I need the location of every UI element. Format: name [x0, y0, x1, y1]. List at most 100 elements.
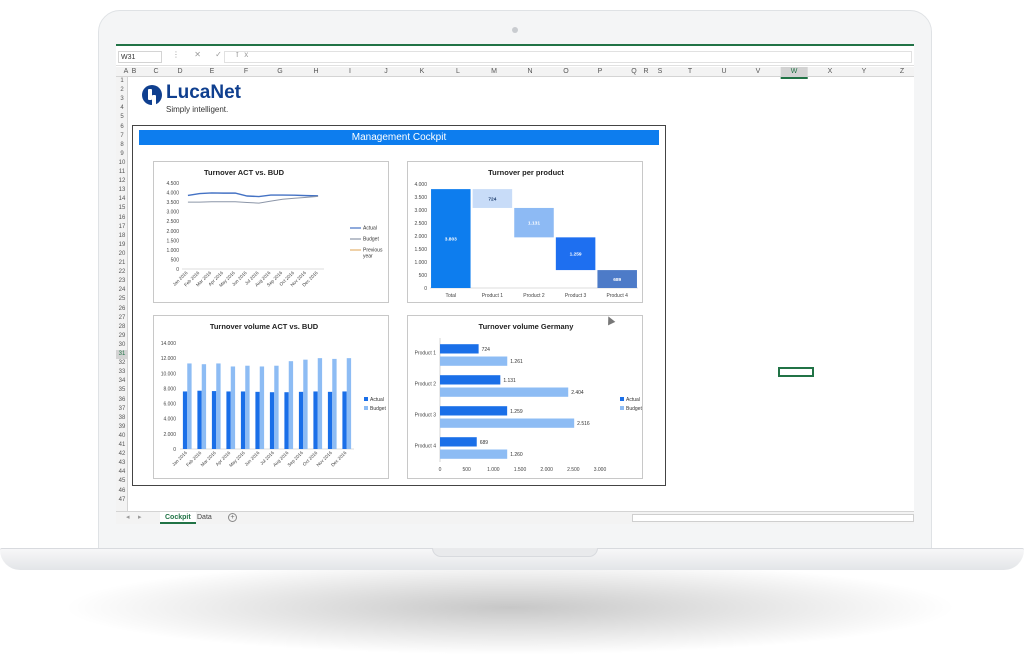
row-header[interactable]: 12 — [116, 177, 128, 186]
row-header[interactable]: 21 — [116, 259, 128, 268]
row-header[interactable]: 35 — [116, 386, 128, 395]
column-header[interactable]: E — [210, 67, 215, 77]
row-header[interactable]: 26 — [116, 305, 128, 314]
y-tick-label: 14.000 — [161, 341, 177, 347]
row-header[interactable]: 16 — [116, 214, 128, 223]
row-header[interactable]: 33 — [116, 368, 128, 377]
row-header[interactable]: 44 — [116, 468, 128, 477]
x-tick-label: 2.000 — [540, 467, 553, 473]
column-header[interactable]: D — [177, 67, 182, 77]
row-header[interactable]: 8 — [116, 141, 128, 150]
row-header[interactable]: 40 — [116, 432, 128, 441]
row-header[interactable]: 22 — [116, 268, 128, 277]
row-header[interactable]: 29 — [116, 332, 128, 341]
legend-label: Actual — [370, 397, 384, 403]
column-budget — [230, 366, 236, 449]
column-header[interactable]: C — [153, 67, 158, 77]
chart-turnover-volume-act-vs-bud[interactable]: Turnover volume ACT vs. BUD 14.000 12.000 1… — [153, 315, 389, 479]
column-header[interactable]: H — [313, 67, 318, 77]
row-header[interactable]: 42 — [116, 450, 128, 459]
row-header[interactable]: 30 — [116, 341, 128, 350]
column-header[interactable]: I — [349, 67, 351, 77]
row-header[interactable]: 23 — [116, 277, 128, 286]
row-header[interactable]: 27 — [116, 314, 128, 323]
row-header[interactable]: 45 — [116, 477, 128, 486]
row-header[interactable]: 24 — [116, 286, 128, 295]
row-header[interactable]: 17 — [116, 223, 128, 232]
column-header[interactable]: R — [643, 67, 648, 77]
row-header[interactable]: 36 — [116, 396, 128, 405]
column-header[interactable]: W — [780, 67, 808, 79]
column-header[interactable]: X — [828, 67, 833, 77]
tab-cockpit[interactable]: Cockpit — [160, 512, 196, 524]
column-header[interactable]: S — [658, 67, 663, 77]
row-header[interactable]: 5 — [116, 113, 128, 122]
legend-swatch — [364, 406, 368, 410]
column-header[interactable]: Y — [862, 67, 867, 77]
row-header[interactable]: 28 — [116, 323, 128, 332]
add-sheet-icon[interactable]: + — [228, 513, 237, 522]
lucanet-logo-icon — [142, 85, 162, 105]
y-tick-label: Product 3 — [415, 413, 437, 419]
row-header[interactable]: 20 — [116, 250, 128, 259]
row-header[interactable]: 47 — [116, 496, 128, 505]
row-header[interactable]: 15 — [116, 204, 128, 213]
column-header[interactable]: M — [491, 67, 497, 77]
row-header[interactable]: 46 — [116, 487, 128, 496]
sheet-nav-prev-icon[interactable]: ◂ — [126, 512, 130, 523]
row-header[interactable]: 7 — [116, 132, 128, 141]
row-header[interactable]: 38 — [116, 414, 128, 423]
row-header[interactable]: 3 — [116, 95, 128, 104]
row-header[interactable]: 39 — [116, 423, 128, 432]
name-box[interactable]: W31 — [118, 51, 162, 63]
row-header[interactable]: 31 — [116, 350, 128, 359]
y-tick-label: 0 — [176, 267, 179, 273]
row-header[interactable]: 4 — [116, 104, 128, 113]
column-header[interactable]: G — [277, 67, 282, 77]
row-header[interactable]: 6 — [116, 123, 128, 132]
column-header[interactable]: Q — [631, 67, 636, 77]
chart-turnover-per-product[interactable]: Turnover per product 4.000 3.500 3.000 2.500… — [407, 161, 643, 303]
x-tick-label: May 2016 — [228, 450, 246, 468]
row-header[interactable]: 34 — [116, 377, 128, 386]
chart-turnover-act-vs-bud[interactable]: Turnover ACT vs. BUD 4.500 4.000 3.500 3.000… — [153, 161, 389, 303]
row-header[interactable]: 9 — [116, 150, 128, 159]
column-header[interactable]: T — [688, 67, 692, 77]
column-header[interactable]: J — [384, 67, 388, 77]
row-header[interactable]: 37 — [116, 405, 128, 414]
column-header[interactable]: Z — [900, 67, 904, 77]
y-tick-label: 500 — [419, 273, 428, 279]
column-header[interactable]: P — [598, 67, 603, 77]
sheet-nav-next-icon[interactable]: ▸ — [138, 512, 142, 523]
selected-cell[interactable] — [778, 367, 814, 377]
y-tick-label: 4.000 — [166, 191, 179, 197]
row-header[interactable]: 32 — [116, 359, 128, 368]
row-header[interactable]: 25 — [116, 295, 128, 304]
row-header[interactable]: 11 — [116, 168, 128, 177]
row-header[interactable]: 19 — [116, 241, 128, 250]
chart-turnover-volume-germany[interactable]: Turnover volume Germany 0 500 1.000 1.500 2.0… — [407, 315, 643, 479]
column-header[interactable]: B — [132, 67, 137, 77]
column-header[interactable]: F — [244, 67, 248, 77]
column-header[interactable]: N — [527, 67, 532, 77]
row-header[interactable]: 41 — [116, 441, 128, 450]
column-header[interactable]: O — [563, 67, 568, 77]
row-header[interactable]: 43 — [116, 459, 128, 468]
row-header[interactable]: 13 — [116, 186, 128, 195]
formula-input[interactable] — [224, 51, 912, 63]
bar-budget — [440, 356, 508, 366]
column-header[interactable]: K — [420, 67, 425, 77]
row-header[interactable]: 10 — [116, 159, 128, 168]
horizontal-scrollbar[interactable] — [632, 514, 914, 522]
row-header[interactable]: 1 — [116, 77, 128, 86]
column-actual — [211, 391, 217, 449]
tab-data[interactable]: Data — [192, 512, 217, 524]
row-header[interactable]: 18 — [116, 232, 128, 241]
camera-icon — [512, 27, 518, 33]
row-header[interactable]: 2 — [116, 86, 128, 95]
row-header[interactable]: 14 — [116, 195, 128, 204]
column-header[interactable]: U — [721, 67, 726, 77]
column-header[interactable]: A — [124, 67, 129, 77]
column-header[interactable]: L — [456, 67, 460, 77]
column-header[interactable]: V — [756, 67, 761, 77]
